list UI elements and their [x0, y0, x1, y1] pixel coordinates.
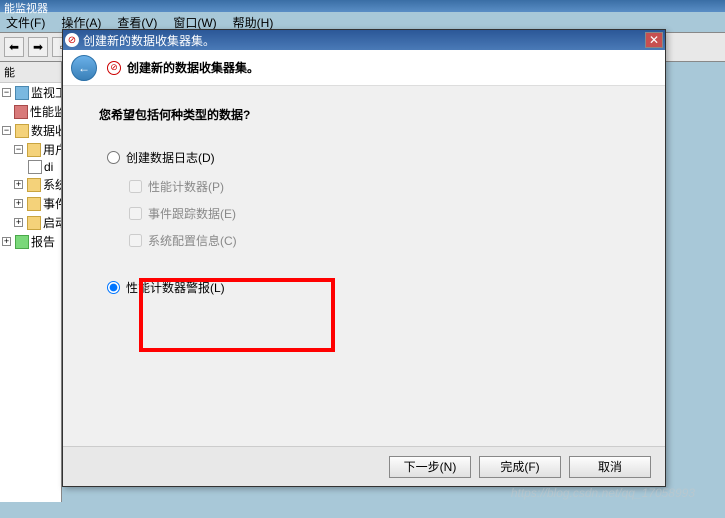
checkbox-sys-config: 系统配置信息(C)	[129, 232, 629, 249]
dialog-body: 您希望包括何种类型的数据? 创建数据日志(D) 性能计数器(P) 事件跟踪数据(…	[63, 86, 665, 448]
dialog-title-icon: ⊘	[65, 33, 79, 47]
tree-item-label: 启动事	[43, 214, 62, 231]
checkbox-event-trace-input	[129, 207, 142, 220]
tree-expander-icon[interactable]: −	[2, 88, 11, 97]
checkbox-perf-counter-label: 性能计数器(P)	[148, 178, 224, 195]
back-button[interactable]: ←	[71, 55, 97, 81]
tree-item-label: 性能监	[30, 103, 62, 120]
main-titlebar: 能监视器	[0, 0, 725, 12]
header-icon: ⊘	[107, 61, 121, 75]
next-button[interactable]: 下一步(N)	[389, 456, 471, 478]
folder-icon	[27, 143, 41, 157]
page-icon	[28, 160, 42, 174]
folder-icon	[27, 216, 41, 230]
folder-icon	[27, 197, 41, 211]
checkbox-sys-config-label: 系统配置信息(C)	[148, 232, 237, 249]
folder-icon	[15, 124, 29, 138]
menu-file[interactable]: 文件(F)	[2, 12, 49, 32]
checkbox-perf-counter-input	[129, 180, 142, 193]
radio-perf-alert-input[interactable]	[107, 281, 120, 294]
tree-expander-icon[interactable]: +	[2, 237, 11, 246]
radio-create-log-label: 创建数据日志(D)	[126, 149, 215, 166]
checkbox-sys-config-input	[129, 234, 142, 247]
tree-item-label: 监视工具	[31, 84, 62, 101]
cancel-button[interactable]: 取消	[569, 456, 651, 478]
tree-expander-icon[interactable]: +	[14, 218, 23, 227]
perf-icon	[14, 105, 28, 119]
tree-item-di[interactable]: di	[0, 159, 61, 175]
tree-item-perfmon[interactable]: 性能监	[0, 102, 61, 121]
dialog-header: ← ⊘ 创建新的数据收集器集。	[63, 50, 665, 86]
toolbar-back-icon[interactable]: ⬅	[4, 37, 24, 57]
question-label: 您希望包括何种类型的数据?	[99, 106, 629, 123]
finish-button[interactable]: 完成(F)	[479, 456, 561, 478]
report-icon	[15, 235, 29, 249]
tree-panel: 能 −监视工具 性能监 −数据收集 −用户定 di +系统 +事件跟 +启动事 …	[0, 62, 62, 502]
folder-icon	[27, 178, 41, 192]
tree-item-label: 事件跟	[43, 195, 62, 212]
tree-item-datacollect[interactable]: − 数据收集	[0, 121, 61, 140]
tree-expander-icon[interactable]: +	[14, 180, 23, 189]
wizard-dialog: ⊘ 创建新的数据收集器集。 ✕ ← ⊘ 创建新的数据收集器集。 您希望包括何种类…	[62, 29, 666, 487]
tree-item-label: 用户定	[43, 141, 62, 158]
tree-item-system[interactable]: + 系统	[0, 175, 61, 194]
tree-item-userdef[interactable]: − 用户定	[0, 140, 61, 159]
dialog-titlebar: ⊘ 创建新的数据收集器集。 ✕	[63, 30, 665, 50]
tree-item-report[interactable]: + 报告	[0, 232, 61, 251]
sub-options: 性能计数器(P) 事件跟踪数据(E) 系统配置信息(C)	[129, 178, 629, 249]
radio-create-log-input[interactable]	[107, 151, 120, 164]
tree-header: 能	[0, 62, 61, 83]
checkbox-perf-counter: 性能计数器(P)	[129, 178, 629, 195]
checkbox-event-trace: 事件跟踪数据(E)	[129, 205, 629, 222]
tree-item-label: di	[44, 160, 53, 174]
tree-item-eventtrace[interactable]: + 事件跟	[0, 194, 61, 213]
checkbox-event-trace-label: 事件跟踪数据(E)	[148, 205, 236, 222]
watermark: https://blog.csdn.net/qq_17058993	[511, 486, 695, 500]
dialog-footer: 下一步(N) 完成(F) 取消	[63, 446, 665, 486]
header-title: 创建新的数据收集器集。	[127, 59, 259, 76]
tree-item-monitor[interactable]: − 监视工具	[0, 83, 61, 102]
radio-group: 创建数据日志(D) 性能计数器(P) 事件跟踪数据(E) 系统配置信息(C)	[107, 149, 629, 296]
tree-item-startup[interactable]: + 启动事	[0, 213, 61, 232]
tree-item-label: 系统	[43, 176, 62, 193]
arrow-left-icon: ←	[78, 61, 90, 75]
tree-expander-icon[interactable]: −	[2, 126, 11, 135]
close-button[interactable]: ✕	[645, 32, 663, 48]
tool-icon	[15, 86, 29, 100]
radio-perf-alert-label: 性能计数器警报(L)	[126, 279, 225, 296]
radio-perf-alert[interactable]: 性能计数器警报(L)	[107, 279, 629, 296]
tree-item-label: 报告	[31, 233, 55, 250]
radio-create-log[interactable]: 创建数据日志(D)	[107, 149, 629, 166]
toolbar-forward-icon[interactable]: ➡	[28, 37, 48, 57]
tree-expander-icon[interactable]: +	[14, 199, 23, 208]
tree-expander-icon[interactable]: −	[14, 145, 23, 154]
dialog-title: 创建新的数据收集器集。	[83, 32, 645, 49]
tree-item-label: 数据收集	[31, 122, 62, 139]
